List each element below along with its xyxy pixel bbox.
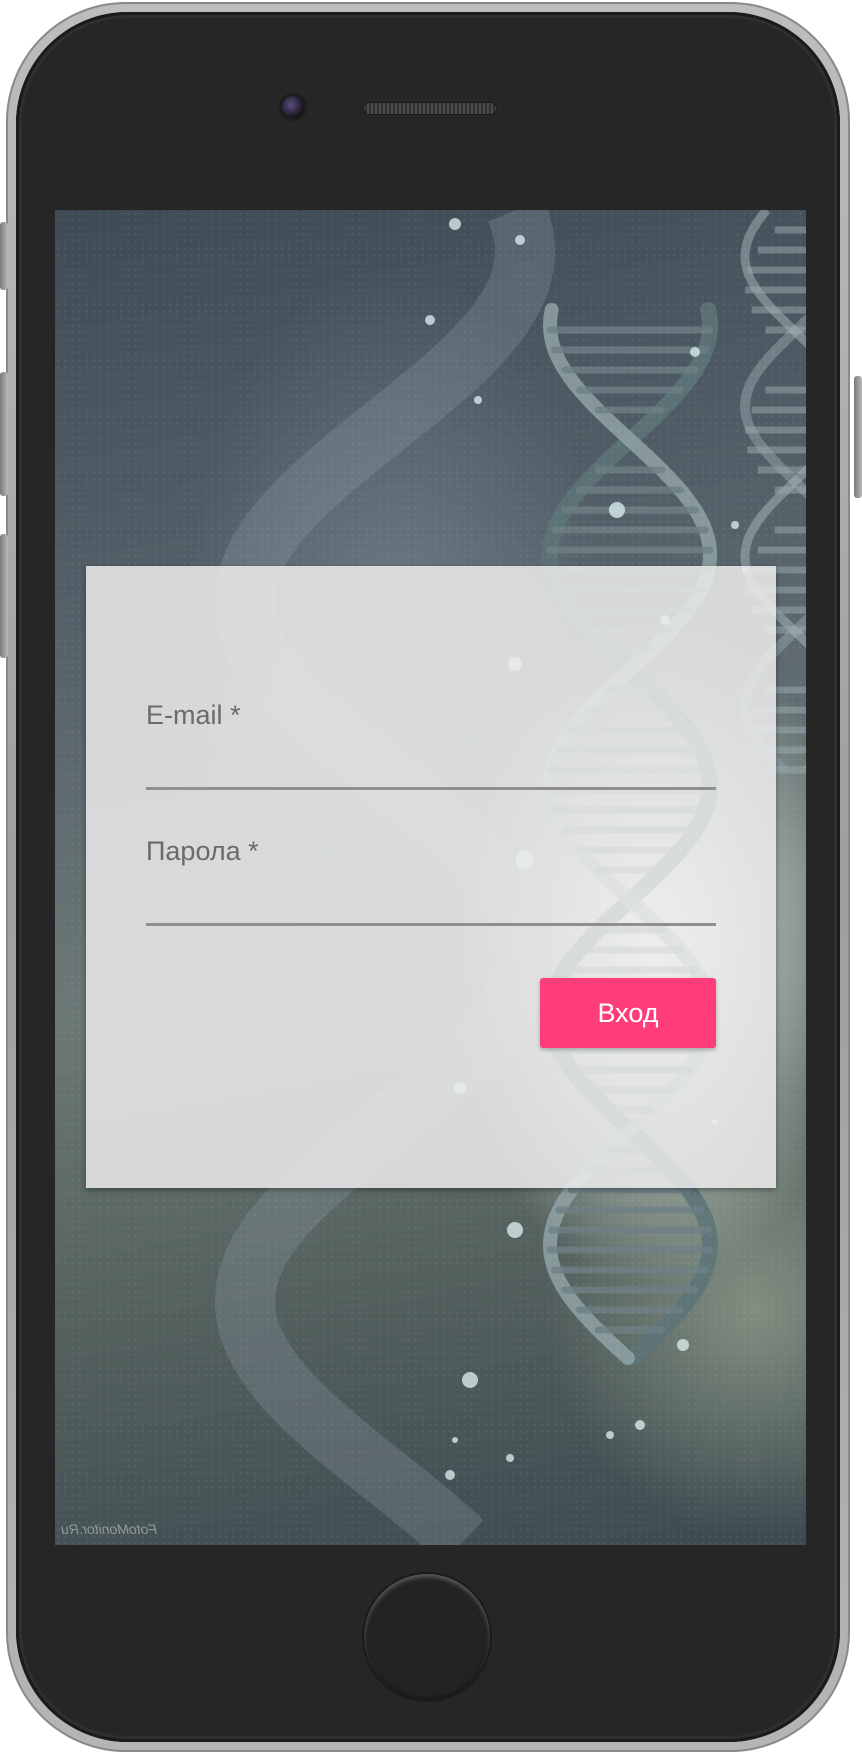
email-field-group: E-mail * bbox=[146, 700, 716, 790]
email-input[interactable] bbox=[146, 740, 716, 790]
volume-down-button bbox=[0, 534, 8, 658]
camera-icon bbox=[282, 96, 304, 118]
password-label: Парола * bbox=[146, 836, 259, 866]
device-mockup: FotoMonitor.Ru E-mail * Парола * Вход bbox=[0, 0, 862, 1754]
email-label: E-mail * bbox=[146, 700, 241, 730]
password-field-group: Парола * bbox=[146, 836, 716, 926]
login-button[interactable]: Вход bbox=[540, 978, 716, 1048]
background-watermark: FotoMonitor.Ru bbox=[61, 1521, 157, 1537]
mute-switch bbox=[0, 222, 8, 290]
power-button bbox=[854, 376, 862, 498]
login-form: E-mail * Парола * Вход bbox=[86, 566, 776, 1188]
home-button[interactable] bbox=[364, 1574, 490, 1700]
volume-up-button bbox=[0, 372, 8, 496]
password-input[interactable] bbox=[146, 876, 716, 926]
speaker-grille bbox=[363, 102, 497, 115]
